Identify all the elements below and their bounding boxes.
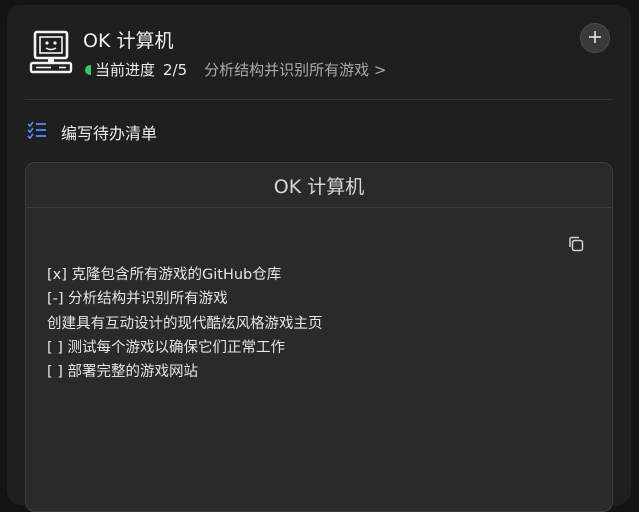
progress-step: 2/5 [163,60,188,79]
checklist-icon [27,121,47,143]
todo-item: [ ] 测试每个游戏以确保它们正常工作 [47,339,286,356]
progress-indicator[interactable]: 当前进度 2/5 分析结构并识别所有游戏 > [85,59,387,80]
app-title: OK 计算机 [83,30,174,52]
add-button[interactable] [580,23,610,53]
todo-item: 创建具有互动设计的现代酷炫风格游戏主页 [47,315,323,332]
todo-card: OK 计算机 [x] 克隆包含所有游戏的GitHub仓库 [-] 分析结构并识别… [25,162,613,512]
todo-list: [x] 克隆包含所有游戏的GitHub仓库 [-] 分析结构并识别所有游戏 创建… [47,263,323,384]
copy-icon[interactable] [567,235,585,253]
retro-computer-icon [29,29,75,75]
todo-item: [ ] 部署完整的游戏网站 [47,364,199,381]
progress-status-dot [85,64,91,75]
current-task-link[interactable]: 分析结构并识别所有游戏 > [204,59,386,80]
chat-panel: OK 计算机 当前进度 2/5 分析结构并识别所有游戏 > 编写待办清单 OK … [7,5,631,512]
plus-icon [588,29,602,48]
progress-label: 当前进度 [95,61,156,79]
card-header: OK 计算机 [26,163,612,208]
header-divider [25,99,613,100]
todo-section-header: 编写待办清单 [27,120,157,144]
section-title: 编写待办清单 [61,124,158,143]
todo-item: [x] 克隆包含所有游戏的GitHub仓库 [47,267,282,283]
todo-item: [-] 分析结构并识别所有游戏 [47,291,228,308]
task-header: OK 计算机 当前进度 2/5 分析结构并识别所有游戏 > [7,5,631,99]
card-title: OK 计算机 [273,175,365,198]
